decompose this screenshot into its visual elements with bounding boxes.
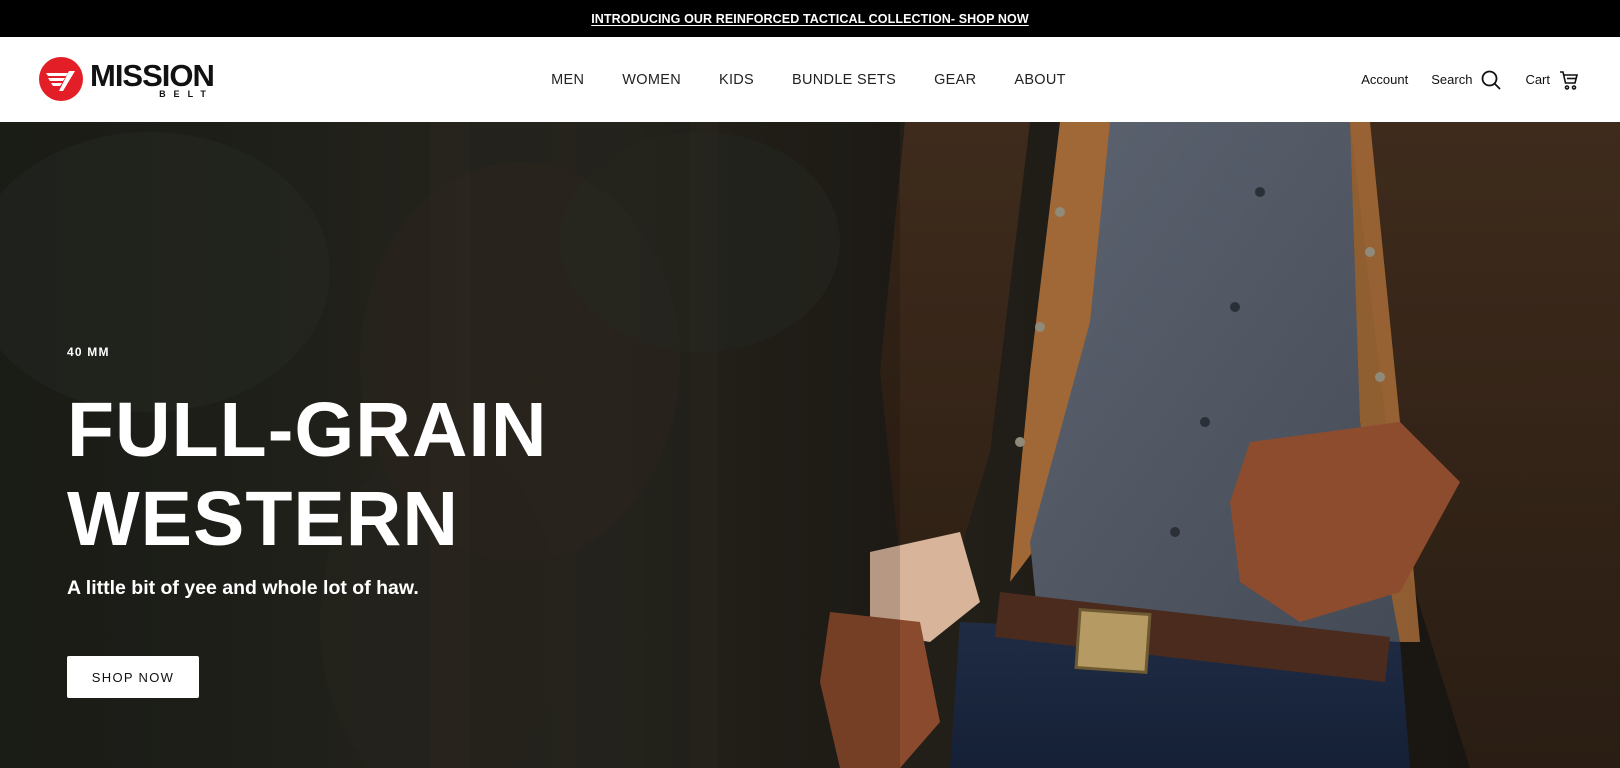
shop-now-button[interactable]: SHOP NOW	[67, 656, 199, 698]
logo-mark-icon	[39, 57, 83, 101]
cart-label: Cart	[1525, 72, 1550, 87]
hero-banner: 40 MM FULL-GRAIN WESTERN A little bit of…	[0, 122, 1620, 768]
search-label: Search	[1431, 72, 1473, 87]
nav-item-women[interactable]: WOMEN	[603, 72, 700, 88]
brand-sub: BELT	[159, 88, 214, 99]
header-utilities: Account Search Cart	[1338, 37, 1580, 122]
brand-name: MISSION	[90, 57, 215, 93]
account-label: Account	[1361, 72, 1409, 87]
announcement-link[interactable]: INTRODUCING OUR REINFORCED TACTICAL COLL…	[591, 12, 1029, 26]
cart-button[interactable]: Cart	[1525, 69, 1580, 91]
nav-item-gear[interactable]: GEAR	[915, 72, 995, 88]
cart-icon	[1558, 69, 1580, 91]
nav-item-bundle-sets[interactable]: BUNDLE SETS	[773, 72, 915, 88]
hero-headline-line1: FULL-GRAIN	[67, 387, 548, 473]
hero-eyebrow: 40 MM	[67, 345, 110, 359]
search-button[interactable]: Search	[1431, 69, 1502, 91]
brand-logo[interactable]: MISSION BELT	[38, 56, 215, 102]
hero-headline-line2: WESTERN	[67, 476, 459, 562]
nav-item-kids[interactable]: KIDS	[700, 72, 773, 88]
hero-subhead: A little bit of yee and whole lot of haw…	[67, 577, 419, 599]
nav-item-men[interactable]: MEN	[532, 72, 603, 88]
announcement-bar: INTRODUCING OUR REINFORCED TACTICAL COLL…	[0, 0, 1620, 37]
account-link[interactable]: Account	[1361, 72, 1408, 87]
search-icon	[1480, 69, 1502, 91]
nav-item-about[interactable]: ABOUT	[995, 72, 1084, 88]
brand-wordmark: MISSION BELT	[90, 57, 215, 99]
hero-headline: FULL-GRAIN WESTERN	[67, 386, 687, 564]
site-header: MISSION BELT MEN WOMEN KIDS BUNDLE SETS …	[0, 37, 1620, 122]
